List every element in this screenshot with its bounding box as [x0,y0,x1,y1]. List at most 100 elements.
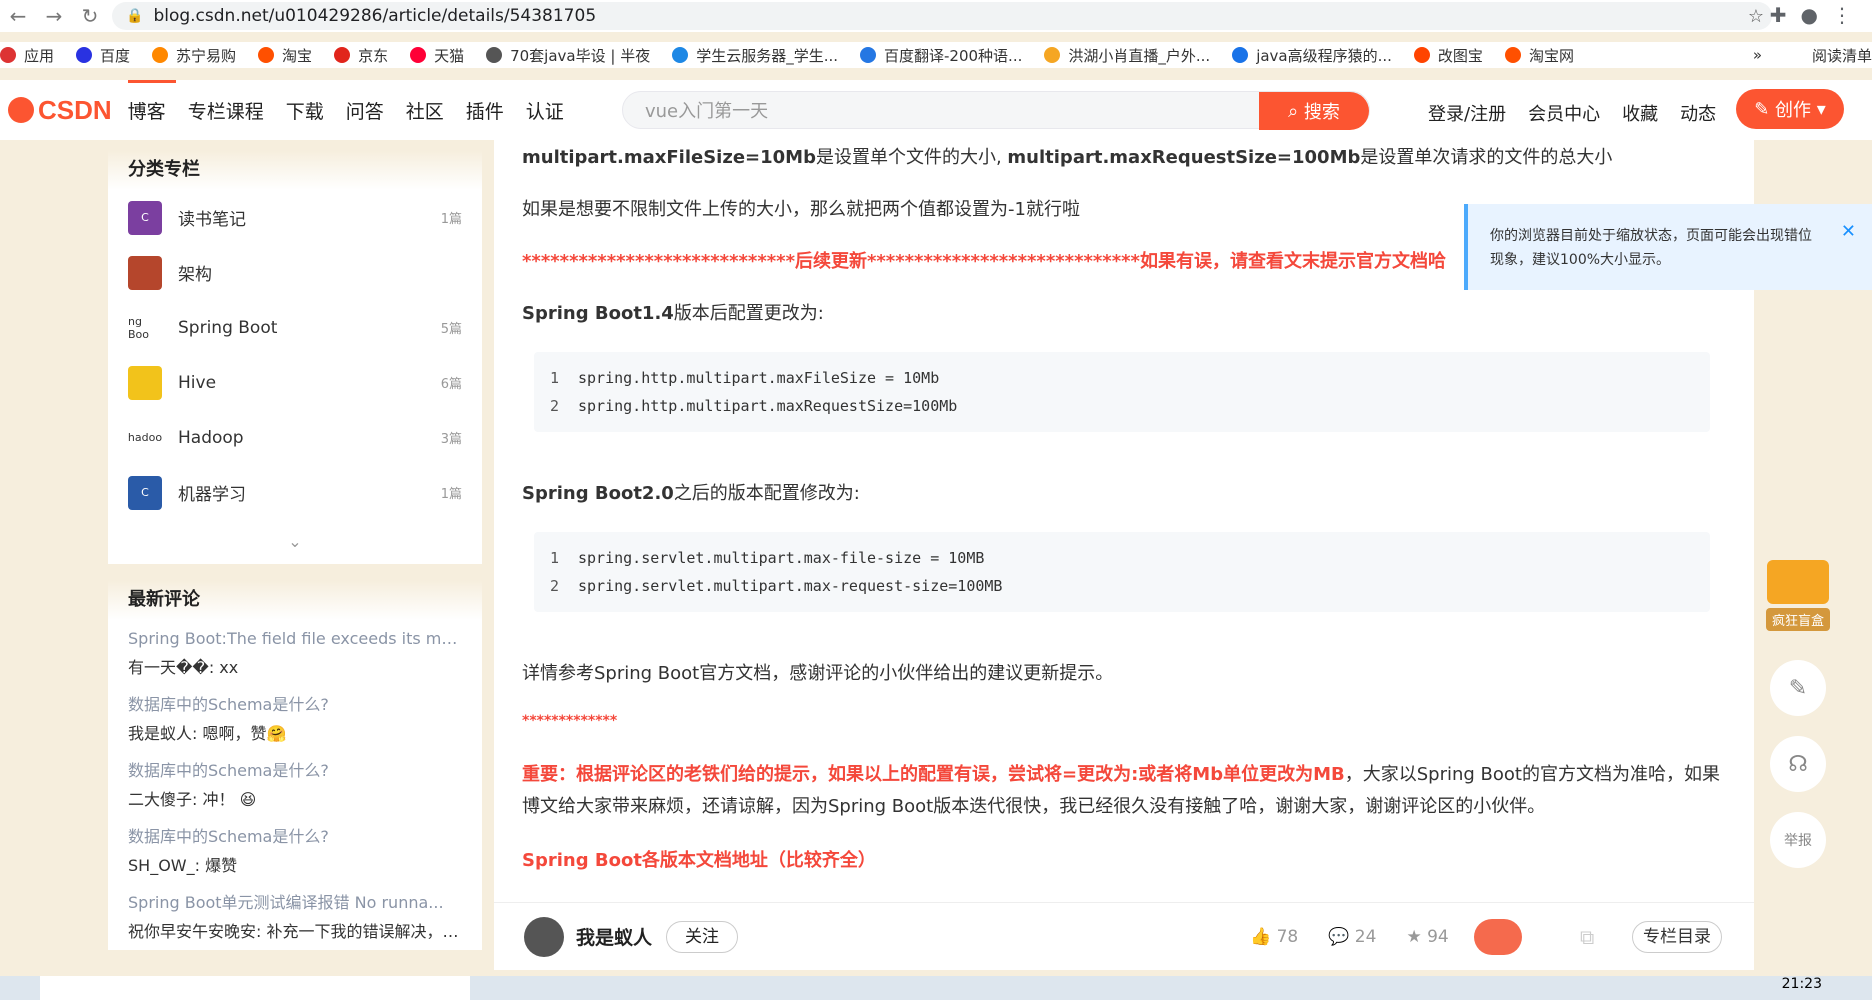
p1-text2: 是设置单次请求的文件的总大小 [1360,147,1613,168]
line-number: 1 [550,369,560,387]
column-thumb: ng Boo [128,310,162,345]
follow-button[interactable]: 关注 [666,920,739,953]
comment-article-link[interactable]: 数据库中的Schema是什么? [128,690,462,719]
bookmark-3[interactable]: 淘宝 [258,45,312,66]
bookmark-10[interactable]: java高级程序猿的... [1232,45,1392,66]
header-link-0[interactable]: 登录/注册 [1428,100,1506,126]
p4: 详情参考Spring Boot官方文档，感谢评论的小伙伴给出的建议更新提示。 [522,663,1114,684]
puzzle-icon[interactable]: ✚ [1770,3,1787,27]
code-block-2[interactable]: 1 spring.servlet.multipart.max-file-size … [534,532,1710,612]
taskbar-search[interactable] [40,976,470,1000]
column-item[interactable]: 架构 [108,245,482,300]
gift-box-icon [1767,560,1829,604]
nav-item-0[interactable]: 博客 [128,97,166,124]
column-thumb [128,255,162,290]
star-icon[interactable]: ☆ [1748,6,1764,27]
nav-item-4[interactable]: 社区 [406,97,444,124]
comment-button[interactable]: 💬 24 [1328,927,1376,947]
bookmark-6[interactable]: 70套java毕设 | 半夜 [486,45,650,66]
comments-title: 最新评论 [108,580,482,620]
bookmark-favicon-icon [258,47,275,63]
menu-icon[interactable]: ⋮ [1832,3,1852,27]
column-item[interactable]: ng Boo Spring Boot 5篇 [108,300,482,355]
bookmark-favicon-icon [152,47,169,63]
bookmark-favicon-icon [1504,47,1521,63]
reading-list[interactable]: 阅读清单 [1812,45,1872,66]
code-block-1[interactable]: 1 spring.http.multipart.maxFileSize = 10M… [534,352,1710,432]
toc-button[interactable]: 专栏目录 [1632,920,1722,953]
bookmark-overflow[interactable]: » [1753,46,1762,64]
nav-item-5[interactable]: 插件 [466,97,504,124]
column-item[interactable]: C 机器学习 1篇 [108,465,482,520]
bookmark-2[interactable]: 苏宁易购 [152,45,236,66]
blind-box-button[interactable]: 疯狂盲盒 [1764,560,1832,640]
bookmarks-bar: 应用 百度 苏宁易购 淘宝 京东 天猫 70套java毕设 | 半夜 学生云服务器_学生...… [0,42,1872,68]
bookmark-5[interactable]: 天猫 [410,45,464,66]
profile-icon[interactable]: ● [1801,3,1818,27]
bookmark-1[interactable]: 百度 [76,45,130,66]
floating-tools: 疯狂盲盒 ✎ ☊ 举报 [1764,560,1832,868]
lock-icon: 🔒 [126,8,144,24]
comment-icon: 💬 [1328,926,1355,947]
column-item[interactable]: hadoo Hadoop 3篇 [108,410,482,465]
comment-item: 数据库中的Schema是什么? 二大傻子: 冲！ 😆 [108,752,482,818]
article-stats: 👍 78 💬 24 ★ 94 [1250,927,1449,947]
bookmark-8[interactable]: 百度翻译-200种语... [860,45,1022,66]
avatar[interactable] [524,916,564,957]
bookmark-favicon-icon [486,47,503,63]
column-item[interactable]: Hive 6篇 [108,355,482,410]
favorite-button[interactable]: ★ 94 [1406,927,1448,947]
bookmark-7[interactable]: 学生云服务器_学生... [672,45,838,66]
bookmark-favicon-icon [1413,47,1430,63]
bookmark-favicon-icon [1044,47,1061,63]
comment-article-link[interactable]: 数据库中的Schema是什么? [128,822,462,851]
code-line: 1 spring.servlet.multipart.max-file-size … [550,544,1694,572]
edit-icon[interactable]: ✎ [1770,660,1826,716]
bookmark-favicon-icon [1232,47,1249,63]
nav-item-1[interactable]: 专栏课程 [188,97,264,124]
column-name: Spring Boot [178,317,278,338]
author-name[interactable]: 我是蚁人 [576,923,652,950]
update-note: 如果有误，请查看文末提示官方文档哈 [1139,251,1446,272]
comment-text: 我是蚁人: 嗯啊，赞🤗 [128,724,287,743]
search-input[interactable]: vue入门第一天 ⌕ 搜索 [622,91,1370,130]
comment-article-link[interactable]: 数据库中的Schema是什么? [128,756,462,785]
report-button[interactable]: 举报 [1770,812,1826,868]
bookmark-11[interactable]: 改图宝 [1413,45,1483,66]
chevron-down-icon[interactable]: ⌄ [108,520,482,564]
left-sidebar: 分类专栏 C 读书笔记 1篇 架构 ng Boo Spring Boot 5篇 Hive 6篇 h… [108,150,482,966]
bookmark-0[interactable]: 应用 [0,45,54,66]
h14-version: Spring Boot1.4 [522,303,674,324]
bookmark-favicon-icon [76,47,93,63]
header-link-2[interactable]: 收藏 [1622,100,1658,126]
column-item[interactable]: C 读书笔记 1篇 [108,190,482,245]
search-button[interactable]: ⌕ 搜索 [1259,92,1369,130]
nav-item-6[interactable]: 认证 [526,97,564,124]
back-icon[interactable]: ← [0,4,36,28]
zoom-notice: 你的浏览器目前处于缩放状态，页面可能会出现错位现象，建议100%大小显示。 ✕ [1464,204,1872,290]
bookmark-9[interactable]: 洪湖小肖直播_户外... [1044,45,1210,66]
docs-link-title[interactable]: Spring Boot各版本文档地址（比较齐全） [522,847,1722,875]
header-link-1[interactable]: 会员中心 [1528,100,1600,126]
comment-article-link[interactable]: Spring Boot:The field file exceeds its m… [128,624,462,653]
nav-item-2[interactable]: 下载 [286,97,324,124]
code-line: 1 spring.http.multipart.maxFileSize = 10M… [550,364,1694,392]
share-icon[interactable]: ⧉ [1580,925,1594,949]
headset-icon[interactable]: ☊ [1770,736,1826,792]
bookmark-12[interactable]: 淘宝网 [1504,45,1574,66]
bookmark-4[interactable]: 京东 [334,45,388,66]
nav-item-3[interactable]: 问答 [346,97,384,124]
like-button[interactable]: 👍 78 [1250,927,1298,947]
forward-icon[interactable]: → [36,4,72,28]
create-button[interactable]: ✎ 创作 ▾ [1736,89,1844,129]
close-icon[interactable]: ✕ [1841,220,1856,244]
reload-icon[interactable]: ↻ [72,4,108,28]
comment-article-link[interactable]: Spring Boot单元测试编译报错 No runna... [128,888,462,917]
header-link-3[interactable]: 动态 [1680,100,1716,126]
code-line: 2 spring.http.multipart.maxRequestSize=10… [550,392,1694,420]
bookmark-favicon-icon [860,47,877,63]
address-bar[interactable]: 🔒 blog.csdn.net/u010429286/article/detai… [112,2,1772,30]
red-packet-icon[interactable] [1474,918,1522,955]
bookmark-favicon-icon [672,47,689,63]
csdn-logo[interactable]: CSDN [8,95,112,126]
